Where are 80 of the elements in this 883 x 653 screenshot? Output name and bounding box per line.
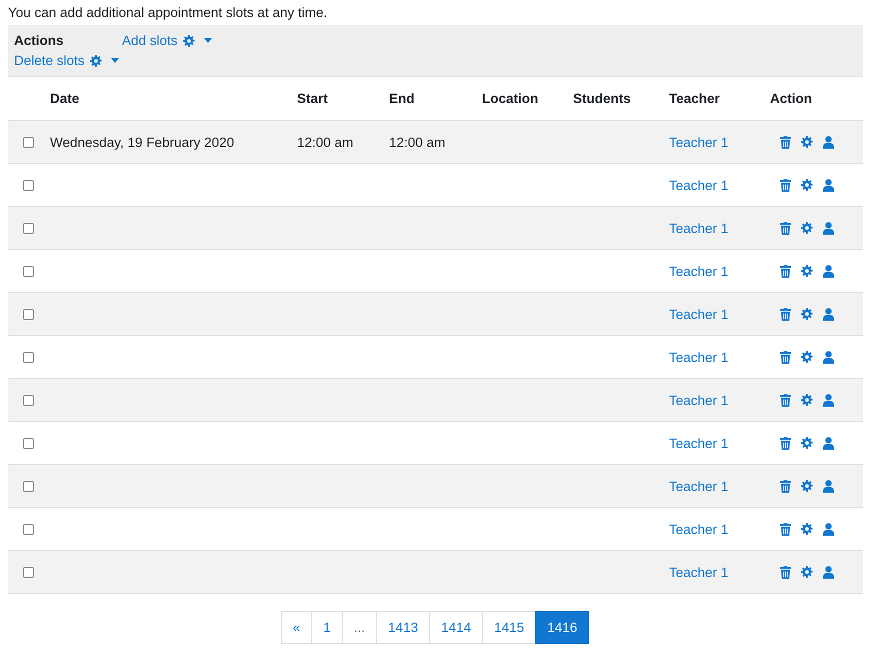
- teacher-link[interactable]: Teacher 1: [669, 564, 728, 580]
- end-cell: 12:00 am: [389, 134, 446, 150]
- ellipsis-item[interactable]: ...: [342, 611, 378, 644]
- page-link[interactable]: 1413: [376, 611, 430, 644]
- teacher-link[interactable]: Teacher 1: [669, 264, 728, 278]
- settings-icon: [801, 136, 813, 148]
- page-link[interactable]: 1414: [429, 611, 484, 644]
- add-slots-menu[interactable]: Add slots: [122, 33, 212, 48]
- settings-icon: [801, 351, 813, 363]
- teacher-link[interactable]: Teacher 1: [669, 392, 728, 408]
- row-checkbox[interactable]: [23, 566, 34, 578]
- user-icon[interactable]: [823, 136, 834, 148]
- teacher-link[interactable]: Teacher 1: [669, 178, 728, 192]
- actions-title: Actions: [14, 33, 65, 48]
- trash-icon[interactable]: [780, 566, 791, 578]
- teacher-link[interactable]: Teacher 1: [669, 478, 728, 494]
- settings-icon: [801, 222, 813, 234]
- user-icon[interactable]: [823, 436, 834, 450]
- user-icon[interactable]: [823, 394, 834, 406]
- settings-icon: [801, 566, 813, 578]
- trash-icon[interactable]: [780, 178, 791, 192]
- column-header: Action: [770, 90, 813, 108]
- teacher-link[interactable]: Teacher 1: [669, 306, 728, 322]
- user-icon[interactable]: [823, 566, 834, 578]
- trash-icon[interactable]: [780, 394, 791, 406]
- user-icon[interactable]: [823, 480, 834, 492]
- trash-icon[interactable]: [780, 436, 791, 450]
- row-checkbox[interactable]: [23, 438, 34, 448]
- trash-icon[interactable]: [780, 264, 791, 278]
- teacher-link[interactable]: Teacher 1: [669, 350, 728, 364]
- teacher-link[interactable]: Teacher 1: [669, 134, 728, 150]
- trash-icon[interactable]: [780, 522, 791, 536]
- user-icon[interactable]: [823, 264, 834, 278]
- row-checkbox[interactable]: [23, 308, 34, 320]
- column-header: Students: [573, 90, 632, 108]
- row-checkbox[interactable]: [23, 136, 34, 148]
- user-icon[interactable]: [823, 222, 834, 234]
- caret-icon: [110, 58, 119, 63]
- settings-icon: [801, 394, 813, 406]
- teacher-link[interactable]: Teacher 1: [669, 220, 728, 236]
- trash-icon[interactable]: [780, 136, 791, 148]
- settings-icon: [801, 437, 813, 449]
- user-icon[interactable]: [823, 522, 834, 536]
- column-header: Location: [482, 90, 540, 108]
- user-icon[interactable]: [823, 178, 834, 192]
- page-link[interactable]: 1415: [482, 611, 536, 644]
- trash-icon[interactable]: [780, 308, 791, 320]
- start-cell: 12:00 am: [297, 134, 354, 150]
- user-icon[interactable]: [823, 350, 834, 364]
- settings-icon: [182, 34, 195, 46]
- column-header: Start: [297, 90, 329, 108]
- page-link[interactable]: 1416: [535, 611, 590, 644]
- row-checkbox[interactable]: [23, 480, 34, 492]
- settings-icon: [801, 523, 813, 535]
- trash-icon[interactable]: [780, 480, 791, 492]
- settings-icon: [90, 54, 102, 66]
- row-checkbox[interactable]: [23, 394, 34, 406]
- teacher-link[interactable]: Teacher 1: [669, 436, 728, 450]
- user-icon[interactable]: [823, 308, 834, 320]
- caret-icon: [204, 38, 212, 43]
- settings-icon: [801, 480, 813, 492]
- page-link[interactable]: 1: [311, 611, 343, 644]
- row-checkbox[interactable]: [23, 180, 34, 190]
- settings-icon: [801, 265, 813, 277]
- delete-slots-menu[interactable]: Delete slots: [14, 53, 119, 68]
- intro-text: You can add additional appointment slots at any time.: [8, 5, 328, 20]
- column-header: End: [389, 90, 416, 108]
- settings-icon: [801, 179, 813, 191]
- date-cell: Wednesday, 19 February 2020: [50, 134, 234, 150]
- settings-icon: [801, 308, 813, 320]
- trash-icon[interactable]: [780, 350, 791, 364]
- row-checkbox[interactable]: [23, 352, 34, 362]
- row-checkbox[interactable]: [23, 524, 34, 534]
- row-checkbox[interactable]: [23, 266, 34, 276]
- row-checkbox[interactable]: [23, 222, 34, 234]
- trash-icon[interactable]: [780, 222, 791, 234]
- page-link[interactable]: «: [280, 611, 312, 644]
- column-header: Date: [50, 90, 80, 108]
- teacher-link[interactable]: Teacher 1: [669, 522, 728, 536]
- column-header: Teacher: [669, 90, 721, 108]
